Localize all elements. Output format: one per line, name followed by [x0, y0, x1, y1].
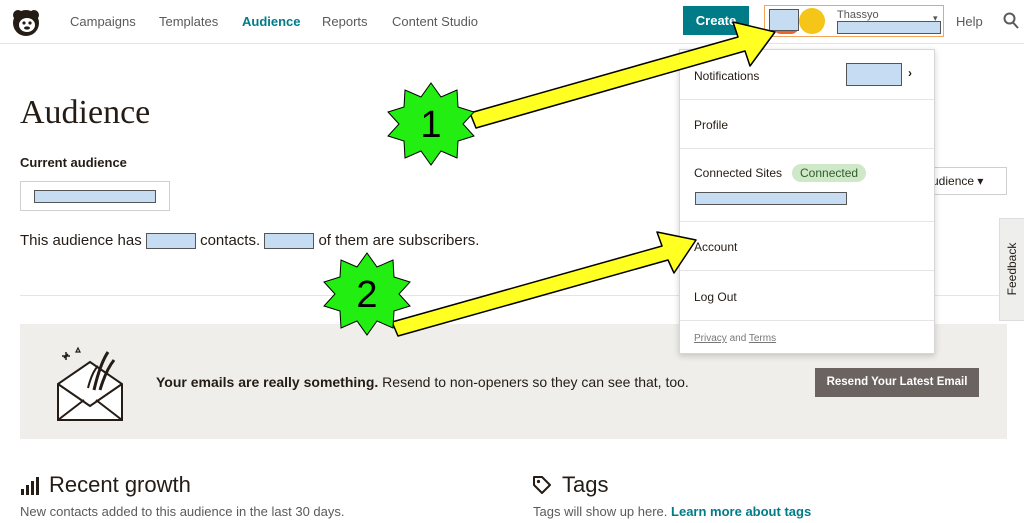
caret-down-icon: ▾ — [933, 13, 938, 23]
tags-title: Tags — [562, 472, 609, 497]
create-button[interactable]: Create — [683, 6, 749, 35]
dropdown-account[interactable]: Account — [680, 222, 934, 271]
tags-subtitle: Tags will show up here. Learn more about… — [533, 504, 812, 519]
privacy-link[interactable]: Privacy — [694, 333, 727, 344]
recent-growth-subtitle: New contacts added to this audience in t… — [20, 504, 345, 519]
redacted-avatar — [769, 9, 799, 31]
nav-campaigns[interactable]: Campaigns — [70, 14, 136, 29]
help-link[interactable]: Help — [956, 14, 983, 29]
account-name: Thassyo — [837, 9, 879, 21]
redacted-account-email — [837, 21, 941, 34]
manage-audience-button[interactable]: udience ▾ — [930, 167, 1007, 195]
nav-reports[interactable]: Reports — [322, 14, 368, 29]
mailchimp-logo-icon[interactable] — [10, 6, 42, 38]
tag-icon — [533, 476, 551, 494]
learn-more-tags-link[interactable]: Learn more about tags — [671, 504, 811, 519]
search-icon[interactable] — [1003, 12, 1019, 30]
dropdown-notifications[interactable]: Notifications › — [680, 50, 934, 100]
banner-message: Your emails are really something. Resend… — [156, 374, 689, 390]
dropdown-profile[interactable]: Profile — [680, 100, 934, 149]
recent-growth-title: Recent growth — [49, 472, 191, 497]
dropdown-connected-sites[interactable]: Connected Sites Connected — [680, 149, 934, 222]
nav-content-studio[interactable]: Content Studio — [392, 14, 478, 29]
nav-audience[interactable]: Audience — [242, 14, 301, 29]
dropdown-footer: Privacy and Terms — [694, 333, 777, 344]
redacted-notification-count — [846, 63, 902, 86]
page-title: Audience — [20, 94, 151, 131]
step-1-star — [387, 82, 475, 166]
resend-latest-email-button[interactable]: Resend Your Latest Email — [815, 368, 979, 397]
audience-select[interactable] — [20, 181, 170, 211]
avatar — [799, 8, 825, 34]
audience-summary: This audience has contacts. of them are … — [20, 232, 480, 250]
bar-chart-icon — [21, 477, 39, 495]
current-audience-label: Current audience — [20, 155, 127, 170]
redacted-site-url — [695, 192, 847, 205]
dropdown-logout[interactable]: Log Out — [680, 271, 934, 321]
connected-status-badge: Connected — [792, 164, 867, 182]
account-dropdown: Notifications › Profile Connected Sites … — [679, 49, 935, 354]
redacted-subscriber-count — [264, 233, 315, 250]
top-nav: Campaigns Templates Audience Reports Con… — [0, 0, 1024, 44]
account-menu-button[interactable]: Thassyo ▾ — [764, 5, 944, 37]
feedback-tab[interactable]: Feedback — [999, 218, 1024, 321]
step-2-star — [323, 252, 411, 336]
redacted-contact-count — [145, 233, 196, 250]
chevron-right-icon: › — [908, 66, 912, 80]
redacted-audience-name — [34, 190, 156, 203]
terms-link[interactable]: Terms — [749, 333, 776, 344]
envelope-illustration-icon — [57, 346, 123, 421]
nav-templates[interactable]: Templates — [159, 14, 218, 29]
step-1-label: 1 — [420, 104, 441, 146]
